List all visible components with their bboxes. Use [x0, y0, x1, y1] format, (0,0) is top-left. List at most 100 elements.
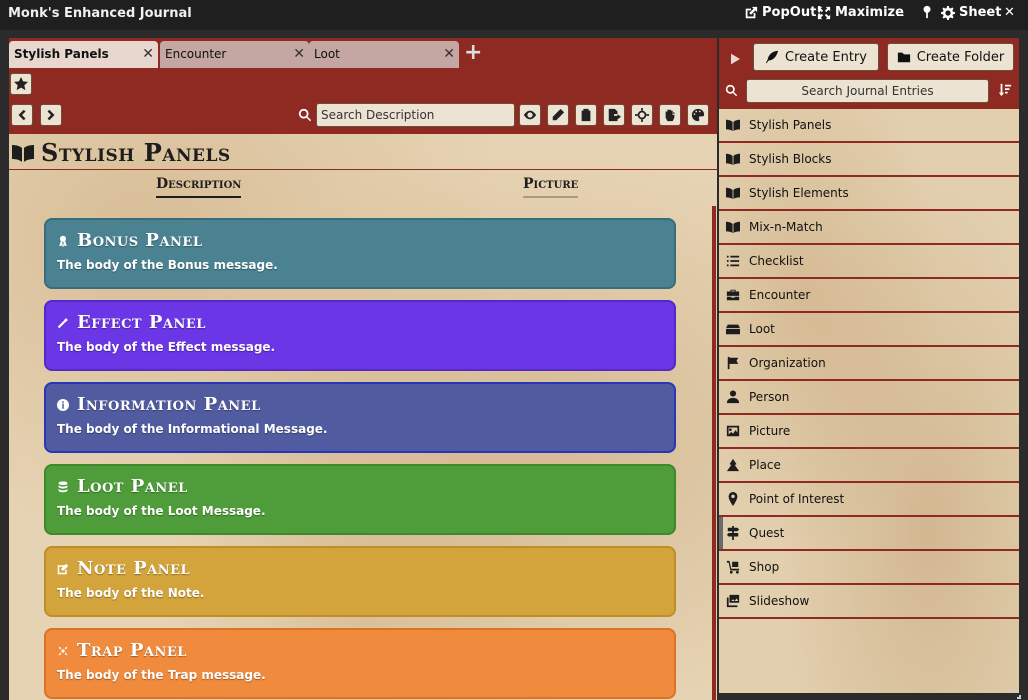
directory-item-label: Loot	[749, 322, 775, 336]
note-icon	[57, 563, 69, 574]
sort-icon[interactable]	[998, 83, 1012, 97]
directory-item-shop[interactable]: Shop	[719, 551, 1019, 585]
journal-directory: Create Entry Create Folder Search Journa…	[719, 38, 1019, 693]
tab-description[interactable]: Description	[156, 176, 242, 198]
panel-trap-panel: Trap Panel The body of the Trap message.	[44, 628, 676, 699]
create-entry-button[interactable]: Create Entry	[753, 43, 879, 71]
directory-item-quest[interactable]: Quest	[719, 517, 1019, 551]
directory-item-encounter[interactable]: Encounter	[719, 279, 1019, 313]
directory-item-loot[interactable]: Loot	[719, 313, 1019, 347]
panel-body: The body of the Bonus message.	[57, 258, 278, 272]
toolbar: Search Description	[9, 100, 717, 134]
close-tab-icon[interactable]: ✕	[443, 41, 455, 68]
magic-wand-icon	[57, 317, 69, 328]
directory-item-label: Stylish Blocks	[749, 152, 832, 166]
add-tab-icon[interactable]: +	[464, 41, 482, 65]
map-marker-icon	[728, 492, 738, 506]
pin-button[interactable]	[920, 5, 934, 19]
fist-icon	[665, 109, 675, 122]
directory-item-stylish-panels[interactable]: Stylish Panels	[719, 109, 1019, 143]
panel-effect-panel: Effect Panel The body of the Effect messa…	[44, 300, 676, 371]
export-button[interactable]	[603, 104, 625, 126]
directory-item-point-of-interest[interactable]: Point of Interest	[719, 483, 1019, 517]
fist-button[interactable]	[659, 104, 681, 126]
directory-item-checklist[interactable]: Checklist	[719, 245, 1019, 279]
directory-item-organization[interactable]: Organization	[719, 347, 1019, 381]
book-open-icon	[726, 221, 740, 234]
close-button[interactable]: ✕	[1004, 5, 1015, 20]
panel-information-panel: Information Panel The body of the Informa…	[44, 382, 676, 453]
eye-icon	[523, 110, 537, 120]
directory-item-label: Encounter	[749, 288, 811, 302]
panel-loot-panel: Loot Panel The body of the Loot Message.	[44, 464, 676, 535]
feather-icon	[765, 50, 779, 64]
directory-header: Create Entry Create Folder Search Journa…	[719, 38, 1019, 109]
palette-button[interactable]	[687, 104, 709, 126]
tab-picture[interactable]: Picture	[523, 176, 579, 198]
tab-encounter[interactable]: Encounter ✕	[160, 41, 309, 68]
target-button[interactable]	[631, 104, 653, 126]
minimize-button[interactable]: _	[897, 2, 904, 17]
directory-item-label: Place	[749, 458, 781, 472]
create-folder-button[interactable]: Create Folder	[887, 43, 1014, 71]
directory-item-label: Slideshow	[749, 594, 810, 608]
sheet-button[interactable]: Sheet	[941, 5, 1001, 20]
pencil-icon	[552, 108, 565, 121]
award-icon	[59, 235, 67, 247]
view-button[interactable]	[519, 104, 541, 126]
directory-item-label: Point of Interest	[749, 492, 845, 506]
directory-item-stylish-elements[interactable]: Stylish Elements	[719, 177, 1019, 211]
panel-title: Effect Panel	[57, 312, 206, 333]
journal-window: Monk's Enhanced Journal PopOut! Maximize…	[0, 0, 1028, 700]
directory-item-mix-n-match[interactable]: Mix-n-Match	[719, 211, 1019, 245]
forward-button[interactable]	[40, 104, 62, 126]
scrollbar[interactable]	[712, 206, 716, 700]
gear-icon	[941, 5, 955, 20]
panel-title: Information Panel	[57, 394, 261, 415]
pin-icon	[923, 5, 931, 19]
clipboard-button[interactable]	[575, 104, 597, 126]
collapse-sidebar-icon[interactable]	[731, 50, 740, 69]
clipboard-icon	[581, 108, 591, 122]
list-icon	[726, 255, 740, 267]
crosshairs-icon	[635, 108, 649, 122]
resize-handle-icon[interactable]	[1010, 688, 1022, 700]
title-bar[interactable]: Monk's Enhanced Journal PopOut! Maximize…	[0, 0, 1028, 30]
tab-strip: Stylish Panels ✕ Encounter ✕ Loot ✕ +	[9, 38, 717, 70]
external-link-icon	[745, 6, 758, 18]
image-icon	[726, 425, 740, 437]
directory-item-slideshow[interactable]: Slideshow	[719, 585, 1019, 619]
treasure-chest-icon	[726, 324, 740, 335]
directory-item-picture[interactable]: Picture	[719, 415, 1019, 449]
journal-content: Stylish Panels ✕ Encounter ✕ Loot ✕ + Se…	[9, 38, 717, 700]
chevron-right-icon	[47, 109, 55, 121]
directory-item-stylish-blocks[interactable]: Stylish Blocks	[719, 143, 1019, 177]
edit-button[interactable]	[547, 104, 569, 126]
panel-body: The body of the Informational Message.	[57, 422, 328, 436]
panel-title: Trap Panel	[57, 640, 187, 661]
panel-title: Bonus Panel	[57, 230, 202, 251]
coins-icon	[58, 480, 68, 492]
maximize-button[interactable]: Maximize	[817, 5, 904, 20]
book-open-icon	[726, 153, 740, 166]
tab-loot[interactable]: Loot ✕	[309, 41, 459, 68]
close-tab-icon[interactable]: ✕	[293, 41, 305, 68]
close-icon: ✕	[1004, 5, 1015, 20]
bookmark-bar	[9, 70, 717, 100]
search-icon	[298, 108, 312, 122]
person-icon	[726, 390, 740, 404]
palette-icon	[691, 108, 705, 122]
close-tab-icon[interactable]: ✕	[142, 41, 154, 68]
search-description-input[interactable]: Search Description	[316, 103, 515, 127]
favorite-button[interactable]	[10, 73, 32, 95]
popout-button[interactable]: PopOut!	[744, 5, 822, 20]
directory-item-person[interactable]: Person	[719, 381, 1019, 415]
search-journal-input[interactable]: Search Journal Entries	[746, 79, 989, 103]
directory-item-place[interactable]: Place	[719, 449, 1019, 483]
tab-stylish-panels[interactable]: Stylish Panels ✕	[9, 41, 158, 68]
chevron-left-icon	[18, 109, 26, 121]
directory-item-label: Stylish Panels	[749, 118, 832, 132]
directory-item-label: Checklist	[749, 254, 804, 268]
back-button[interactable]	[11, 104, 33, 126]
book-open-icon	[726, 187, 740, 200]
